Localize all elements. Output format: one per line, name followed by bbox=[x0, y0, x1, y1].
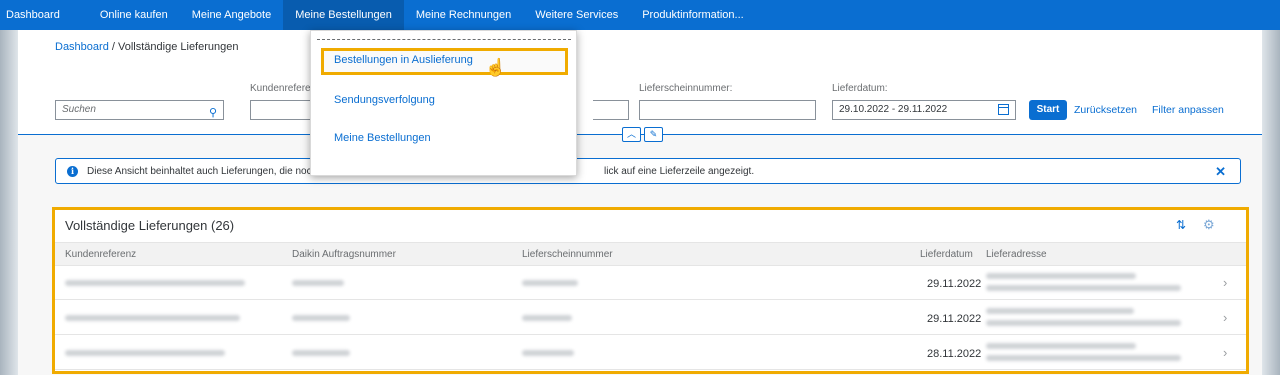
lieferdatum-value: 29.10.2022 - 29.11.2022 bbox=[839, 104, 948, 115]
window-edge-left bbox=[0, 30, 18, 375]
column-header-lieferscheinnummer[interactable]: Lieferscheinnummer bbox=[522, 249, 613, 260]
blurred-address-line1 bbox=[986, 343, 1136, 349]
info-icon: i bbox=[67, 166, 78, 177]
blurred-kundenreferenz bbox=[65, 280, 245, 286]
page-content: Dashboard / Vollständige Lieferungen Suc… bbox=[18, 30, 1262, 375]
nav-meine-bestellungen[interactable]: Meine Bestellungen bbox=[283, 0, 404, 30]
lieferscheinnummer-label: Lieferscheinnummer: bbox=[639, 83, 733, 94]
auftragsnummer-input[interactable] bbox=[593, 100, 629, 120]
gear-icon[interactable]: ⚙ bbox=[1203, 217, 1215, 233]
blurred-address-line2 bbox=[986, 355, 1181, 361]
blurred-lieferscheinnummer bbox=[522, 350, 574, 356]
chevron-right-icon[interactable]: › bbox=[1223, 275, 1227, 290]
menu-focus-line bbox=[317, 39, 571, 40]
search-placeholder: Suchen bbox=[62, 104, 96, 115]
column-header-lieferdatum[interactable]: Lieferdatum bbox=[920, 249, 973, 260]
pin-header-icon[interactable]: ✎ bbox=[644, 127, 663, 142]
cell-lieferdatum: 28.11.2022 bbox=[927, 348, 982, 360]
lieferscheinnummer-input[interactable] bbox=[639, 100, 816, 120]
header-toggle-group: ︿ ✎ bbox=[622, 127, 663, 142]
blurred-lieferscheinnummer bbox=[522, 280, 578, 286]
table-title: Vollständige Lieferungen (26) bbox=[65, 218, 235, 233]
table-row[interactable]: 29.11.2022 › bbox=[55, 266, 1246, 300]
column-header-lieferadresse[interactable]: Lieferadresse bbox=[986, 249, 1047, 260]
kundenreferenz-input[interactable] bbox=[250, 100, 313, 120]
nav-produktinformation[interactable]: Produktinformation... bbox=[630, 0, 756, 30]
lieferdatum-label: Lieferdatum: bbox=[832, 83, 888, 94]
search-icon[interactable]: ⚲ bbox=[209, 104, 217, 122]
blurred-address-line2 bbox=[986, 285, 1181, 291]
table-row[interactable]: 29.11.2022 › bbox=[55, 301, 1246, 335]
table-row[interactable]: 28.11.2022 › bbox=[55, 336, 1246, 370]
blurred-auftragsnummer bbox=[292, 350, 350, 356]
reset-button[interactable]: Zurücksetzen bbox=[1074, 104, 1137, 116]
blurred-address-line2 bbox=[986, 320, 1181, 326]
nav-meine-rechnungen[interactable]: Meine Rechnungen bbox=[404, 0, 523, 30]
chevron-right-icon[interactable]: › bbox=[1223, 310, 1227, 325]
search-input[interactable]: Suchen ⚲ bbox=[55, 100, 224, 120]
blurred-address-line1 bbox=[986, 273, 1136, 279]
top-navigation: Dashboard Online kaufen Meine Angebote M… bbox=[0, 0, 1280, 30]
info-text-start: Diese Ansicht beinhaltet auch Lieferunge… bbox=[87, 166, 312, 177]
chevron-right-icon[interactable]: › bbox=[1223, 345, 1227, 360]
menu-item-meine-bestellungen[interactable]: Meine Bestellungen bbox=[334, 132, 431, 144]
filter-header: Dashboard / Vollständige Lieferungen Suc… bbox=[18, 30, 1262, 142]
breadcrumb: Dashboard / Vollständige Lieferungen bbox=[55, 41, 238, 53]
close-icon[interactable]: ✕ bbox=[1215, 164, 1226, 180]
sort-icon[interactable]: ⇅ bbox=[1176, 218, 1186, 232]
column-header-kundenreferenz[interactable]: Kundenreferenz bbox=[65, 249, 136, 260]
calendar-icon[interactable] bbox=[998, 104, 1009, 115]
menu-item-sendungsverfolgung[interactable]: Sendungsverfolgung bbox=[334, 94, 435, 106]
nav-meine-angebote[interactable]: Meine Angebote bbox=[180, 0, 284, 30]
adapt-filters-button[interactable]: Filter anpassen bbox=[1152, 104, 1224, 116]
info-text-end: lick auf eine Lieferzeile angezeigt. bbox=[604, 166, 755, 177]
cell-lieferdatum: 29.11.2022 bbox=[927, 278, 982, 290]
cell-lieferdatum: 29.11.2022 bbox=[927, 313, 982, 325]
window-edge-right bbox=[1262, 30, 1280, 375]
breadcrumb-separator: / bbox=[108, 41, 118, 53]
blurred-kundenreferenz bbox=[65, 350, 225, 356]
bestellungen-dropdown-menu: Bestellungen in Auslieferung ☝ Sendungsv… bbox=[310, 30, 577, 176]
nav-online-kaufen[interactable]: Online kaufen bbox=[88, 0, 180, 30]
nav-weitere-services[interactable]: Weitere Services bbox=[523, 0, 630, 30]
info-message-strip: i Diese Ansicht beinhaltet auch Lieferun… bbox=[55, 158, 1241, 184]
hand-cursor-icon: ☝ bbox=[485, 58, 507, 77]
blurred-lieferscheinnummer bbox=[522, 315, 572, 321]
deliveries-table: Vollständige Lieferungen (26) ⇅ ⚙ Kunden… bbox=[52, 207, 1249, 374]
blurred-auftragsnummer bbox=[292, 280, 344, 286]
blurred-auftragsnummer bbox=[292, 315, 350, 321]
menu-item-bestellungen-in-auslieferung[interactable]: Bestellungen in Auslieferung bbox=[334, 54, 473, 66]
lieferdatum-input[interactable]: 29.10.2022 - 29.11.2022 bbox=[832, 100, 1016, 120]
nav-dashboard[interactable]: Dashboard bbox=[0, 0, 88, 30]
column-header-auftragsnummer[interactable]: Daikin Auftragsnummer bbox=[292, 249, 396, 260]
collapse-header-icon[interactable]: ︿ bbox=[622, 127, 641, 142]
table-header-row: Kundenreferenz Daikin Auftragsnummer Lie… bbox=[55, 242, 1246, 266]
breadcrumb-dashboard-link[interactable]: Dashboard bbox=[55, 41, 109, 53]
breadcrumb-current: Vollständige Lieferungen bbox=[118, 41, 239, 53]
start-button[interactable]: Start bbox=[1029, 100, 1067, 120]
blurred-kundenreferenz bbox=[65, 315, 240, 321]
blurred-address-line1 bbox=[986, 308, 1134, 314]
